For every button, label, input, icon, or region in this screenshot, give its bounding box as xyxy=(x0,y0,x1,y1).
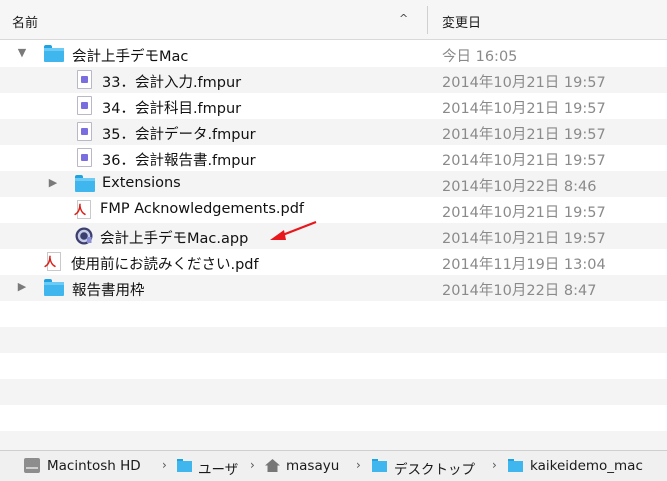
list-item-file[interactable]: 33．会計入力.fmpur 2014年10月21日 19:57 xyxy=(0,67,667,93)
users-folder-icon xyxy=(177,459,192,472)
empty-row xyxy=(0,353,667,379)
item-date: 2014年10月21日 19:57 xyxy=(442,231,606,247)
filemaker-document-icon xyxy=(77,96,92,115)
sort-ascending-icon[interactable]: ^ xyxy=(399,12,408,25)
item-date: 2014年10月22日 8:47 xyxy=(442,283,597,299)
empty-row xyxy=(0,379,667,405)
filemaker-document-icon xyxy=(77,70,92,89)
path-item-users[interactable]: ユーザ xyxy=(198,458,238,478)
path-separator-icon: › xyxy=(356,458,361,472)
pdf-document-icon: 人 xyxy=(44,252,62,272)
item-name: FMP Acknowledgements.pdf xyxy=(100,201,305,217)
desktop-folder-icon xyxy=(372,459,387,472)
list-item-file[interactable]: 35．会計データ.fmpur 2014年10月21日 19:57 xyxy=(0,119,667,145)
item-date: 2014年10月22日 8:46 xyxy=(442,179,597,195)
list-item-file[interactable]: 人 使用前にお読みください.pdf 2014年11月19日 13:04 xyxy=(0,249,667,275)
path-item-macintosh-hd[interactable]: Macintosh HD xyxy=(47,458,141,474)
column-header: 名前 ^ 変更日 xyxy=(0,0,667,40)
item-name: 35．会計データ.fmpur xyxy=(102,127,256,143)
disclosure-collapsed-icon[interactable]: ▶ xyxy=(16,280,28,293)
item-name: 33．会計入力.fmpur xyxy=(102,75,242,91)
column-divider[interactable] xyxy=(427,6,428,34)
column-name-header[interactable]: 名前 xyxy=(12,12,38,31)
empty-row xyxy=(0,405,667,431)
item-name: Extensions xyxy=(102,175,181,191)
hard-disk-icon xyxy=(24,458,40,473)
item-date: 2014年10月21日 19:57 xyxy=(442,127,606,143)
column-date-header[interactable]: 変更日 xyxy=(442,12,481,31)
path-separator-icon: › xyxy=(492,458,497,472)
item-name: 使用前にお読みください.pdf xyxy=(71,257,259,273)
home-icon xyxy=(265,459,280,472)
folder-icon xyxy=(44,45,64,62)
item-date: 2014年11月19日 13:04 xyxy=(442,257,606,273)
path-separator-icon: › xyxy=(162,458,167,472)
item-date: 2014年10月21日 19:57 xyxy=(442,75,606,91)
list-item-folder-report[interactable]: ▶ 報告書用枠 2014年10月22日 8:47 xyxy=(0,275,667,301)
folder-icon xyxy=(508,459,523,472)
list-item-app[interactable]: 会計上手デモMac.app 2014年10月21日 19:57 xyxy=(0,223,667,249)
item-name: 会計上手デモMac xyxy=(72,49,189,65)
item-date: 今日 16:05 xyxy=(442,49,518,65)
path-separator-icon: › xyxy=(250,458,255,472)
item-name: 34．会計科目.fmpur xyxy=(102,101,242,117)
disclosure-expanded-icon[interactable]: ▼ xyxy=(16,46,28,59)
list-item-folder-kaikei[interactable]: ▼ 会計上手デモMac 今日 16:05 xyxy=(0,41,667,67)
item-name: 会計上手デモMac.app xyxy=(100,231,249,247)
list-item-file[interactable]: 34．会計科目.fmpur 2014年10月21日 19:57 xyxy=(0,93,667,119)
disclosure-collapsed-icon[interactable]: ▶ xyxy=(47,176,59,189)
pdf-document-icon: 人 xyxy=(74,200,92,220)
path-bar: Macintosh HD › ユーザ › masayu › デスクトップ › k… xyxy=(0,450,667,481)
item-date: 2014年10月21日 19:57 xyxy=(442,153,606,169)
path-item-kaikeidemo-mac[interactable]: kaikeidemo_mac xyxy=(530,458,643,474)
path-item-home[interactable]: masayu xyxy=(286,458,339,474)
item-date: 2014年10月21日 19:57 xyxy=(442,205,606,221)
list-item-file[interactable]: 人 FMP Acknowledgements.pdf 2014年10月21日 1… xyxy=(0,197,667,223)
filemaker-document-icon xyxy=(77,122,92,141)
item-name: 報告書用枠 xyxy=(72,283,145,299)
list-item-file[interactable]: 36．会計報告書.fmpur 2014年10月21日 19:57 xyxy=(0,145,667,171)
filemaker-document-icon xyxy=(77,148,92,167)
filemaker-app-icon xyxy=(75,227,93,245)
empty-row xyxy=(0,327,667,353)
list-item-folder-extensions[interactable]: ▶ Extensions 2014年10月22日 8:46 xyxy=(0,171,667,197)
path-item-desktop[interactable]: デスクトップ xyxy=(394,458,475,478)
annotation-arrow-icon xyxy=(270,220,317,240)
folder-icon xyxy=(75,175,95,192)
folder-icon xyxy=(44,279,64,296)
item-name: 36．会計報告書.fmpur xyxy=(102,153,256,169)
empty-row xyxy=(0,301,667,327)
item-date: 2014年10月21日 19:57 xyxy=(442,101,606,117)
